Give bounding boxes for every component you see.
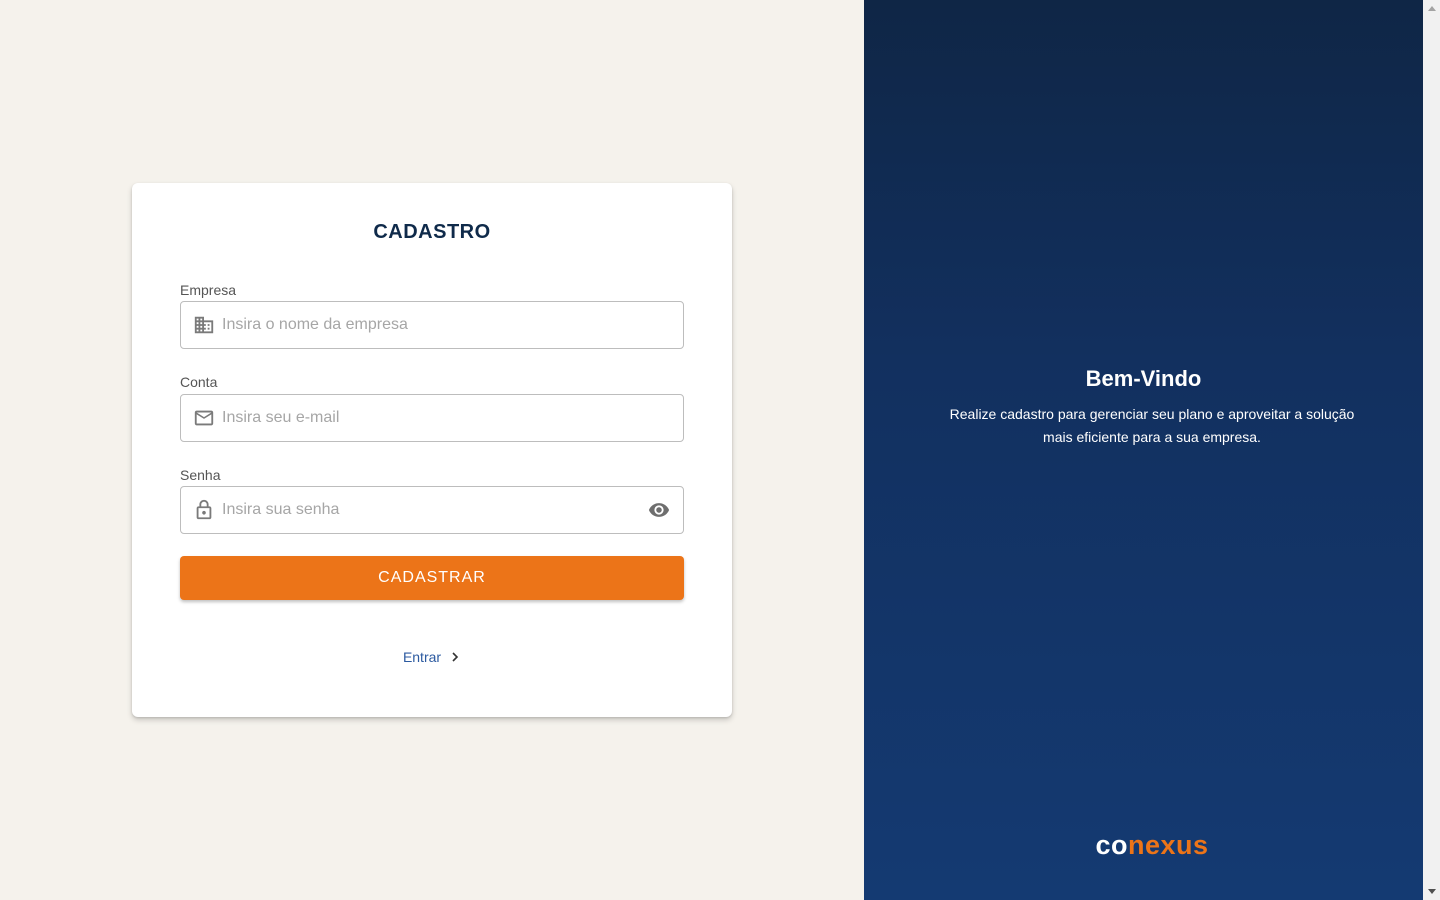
scrollbar[interactable] (1423, 0, 1440, 900)
mail-icon (194, 410, 214, 426)
form-panel: CADASTRO Empresa Conta Senha (0, 0, 864, 900)
welcome-title: Bem-Vindo (1085, 366, 1202, 391)
brand-logo: conexus (864, 830, 1440, 861)
chevron-right-icon (452, 652, 459, 662)
company-label: Empresa (180, 282, 237, 298)
scroll-up-arrow[interactable] (1428, 6, 1436, 11)
email-input[interactable] (222, 395, 632, 441)
password-input[interactable] (222, 487, 632, 533)
account-field[interactable] (180, 394, 684, 442)
signup-card: CADASTRO Empresa Conta Senha (132, 183, 732, 717)
logo-part-nexus: nexus (1127, 830, 1209, 860)
signup-page: CADASTRO Empresa Conta Senha (0, 0, 1440, 900)
building-icon (194, 316, 214, 334)
welcome-text: Realize cadastro para gerenciar seu plan… (949, 406, 1355, 445)
scroll-down-arrow[interactable] (1428, 889, 1436, 894)
lock-icon (196, 499, 212, 520)
login-link-label[interactable]: Entrar (403, 649, 441, 665)
account-label: Conta (180, 374, 218, 390)
eye-icon[interactable] (647, 499, 671, 521)
password-field[interactable] (180, 486, 684, 534)
company-field[interactable] (180, 301, 684, 349)
welcome-panel: Bem-Vindo Realize cadastro para gerencia… (864, 0, 1423, 900)
submit-button[interactable]: CADASTRAR (180, 556, 684, 600)
password-label: Senha (180, 467, 221, 483)
form-title: CADASTRO (373, 221, 491, 243)
logo-part-co: co (1095, 830, 1128, 860)
login-link[interactable]: Entrar (132, 649, 732, 665)
company-input[interactable] (222, 302, 632, 348)
